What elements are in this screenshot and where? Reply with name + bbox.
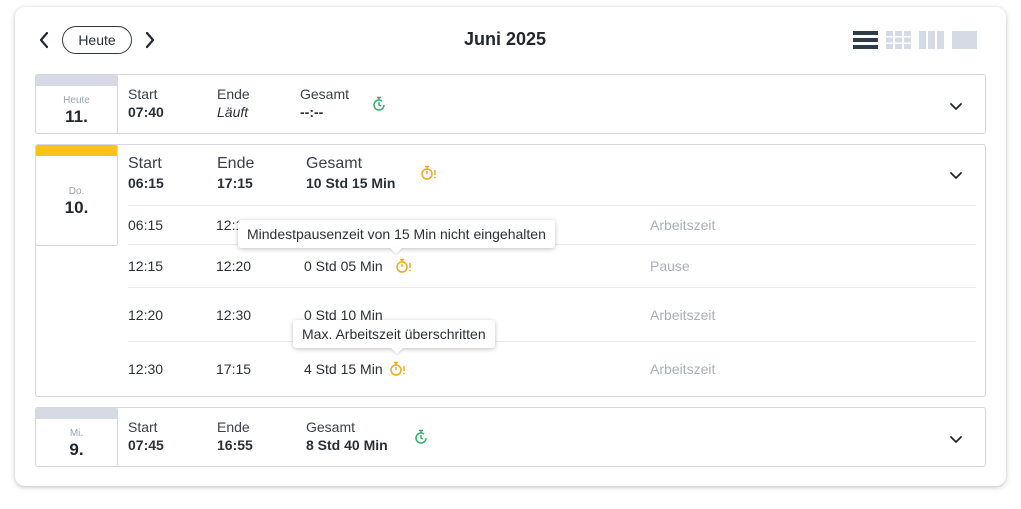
entry-start: 12:30 [128, 361, 164, 377]
running-timer-icon [413, 429, 429, 445]
columns-view-icon[interactable] [919, 31, 944, 49]
end-value: 17:15 [217, 175, 253, 191]
end-value: 16:55 [217, 437, 253, 453]
day-row-expanded[interactable]: Do. 10. Start 06:15 Ende 17:15 Gesamt 10… [35, 144, 986, 397]
list-view-icon[interactable] [853, 31, 878, 49]
timer-warning-icon [420, 165, 436, 181]
date-tab: Mi. 9. [35, 407, 118, 467]
day-number: 11. [65, 107, 88, 126]
entry-row[interactable]: 12:20 12:30 0 Std 10 Min Arbeitszeit [128, 287, 976, 341]
day-row-today[interactable]: Heute 11. Start 07:40 Ende Läuft Gesamt … [35, 74, 986, 134]
entry-start: 12:15 [128, 258, 164, 274]
chevron-up-icon[interactable] [949, 168, 963, 179]
day-number: 10. [64, 198, 89, 217]
grid-view-icon[interactable] [886, 31, 911, 49]
entry-type: Arbeitszeit [650, 217, 716, 233]
total-label: Gesamt [306, 155, 363, 172]
total-cell: Gesamt 10 Std 15 Min [306, 155, 395, 191]
total-cell: Gesamt --:-- [300, 86, 349, 120]
month-title: Juni 2025 [463, 29, 547, 49]
timer-warning-icon [389, 361, 407, 380]
entry-row[interactable]: 12:30 17:15 4 Std 15 Min Arbeitszeit [128, 341, 976, 396]
timer-warning-icon [395, 258, 413, 277]
single-view-icon[interactable] [952, 31, 977, 49]
entry-duration: 4 Std 15 Min [304, 361, 383, 377]
previous-month-icon[interactable] [37, 30, 51, 50]
next-month-icon[interactable] [143, 30, 157, 50]
entry-start: 12:20 [128, 307, 164, 323]
entry-end: 12:30 [216, 307, 252, 323]
weekday-label: Heute [63, 95, 90, 106]
chevron-down-icon[interactable] [949, 99, 963, 110]
start-cell: Start 06:15 [128, 155, 164, 191]
entry-type: Arbeitszeit [650, 307, 716, 323]
total-label: Gesamt [300, 86, 350, 102]
entry-end: 17:15 [216, 361, 252, 377]
end-cell: Ende 17:15 [217, 155, 254, 191]
day-row[interactable]: Mi. 9. Start 07:45 Ende 16:55 Gesamt 8 S… [35, 407, 986, 467]
end-label: Ende [217, 86, 250, 102]
total-label: Gesamt [306, 419, 356, 435]
weekday-label: Do. [68, 186, 85, 197]
entry-start: 06:15 [128, 217, 164, 233]
end-cell: Ende Läuft [217, 86, 250, 120]
entry-type: Pause [650, 258, 690, 274]
total-value: 8 Std 40 Min [306, 437, 388, 453]
entry-row[interactable]: 12:15 12:20 0 Std 05 Min Pause [128, 244, 976, 287]
end-cell: Ende 16:55 [217, 419, 253, 453]
day-number: 9. [69, 440, 84, 459]
chevron-down-icon[interactable] [949, 432, 963, 443]
entry-type: Arbeitszeit [650, 361, 716, 377]
total-value: 10 Std 15 Min [306, 175, 396, 191]
date-tab: Heute 11. [35, 74, 118, 134]
start-label: Start [128, 86, 158, 102]
worktime-warning-tooltip: Max. Arbeitszeit überschritten [293, 320, 495, 348]
date-tab: Do. 10. [35, 144, 118, 246]
start-value: 07:40 [128, 104, 164, 120]
total-cell: Gesamt 8 Std 40 Min [306, 419, 388, 453]
start-value: 07:45 [128, 437, 164, 453]
pause-warning-tooltip: Mindestpausenzeit von 15 Min nicht einge… [238, 220, 555, 248]
total-value: --:-- [300, 104, 324, 120]
end-value: Läuft [217, 104, 249, 120]
running-timer-icon [371, 96, 387, 112]
today-button[interactable]: Heute [62, 26, 132, 54]
start-cell: Start 07:45 [128, 419, 164, 453]
entry-duration: 0 Std 05 Min [304, 258, 383, 274]
weekday-label: Mi. [69, 428, 84, 439]
start-label: Start [128, 419, 158, 435]
end-label: Ende [217, 419, 250, 435]
start-value: 06:15 [128, 175, 164, 191]
start-label: Start [128, 155, 162, 172]
start-cell: Start 07:40 [128, 86, 164, 120]
entry-end: 12:20 [216, 258, 252, 274]
end-label: Ende [217, 155, 255, 172]
